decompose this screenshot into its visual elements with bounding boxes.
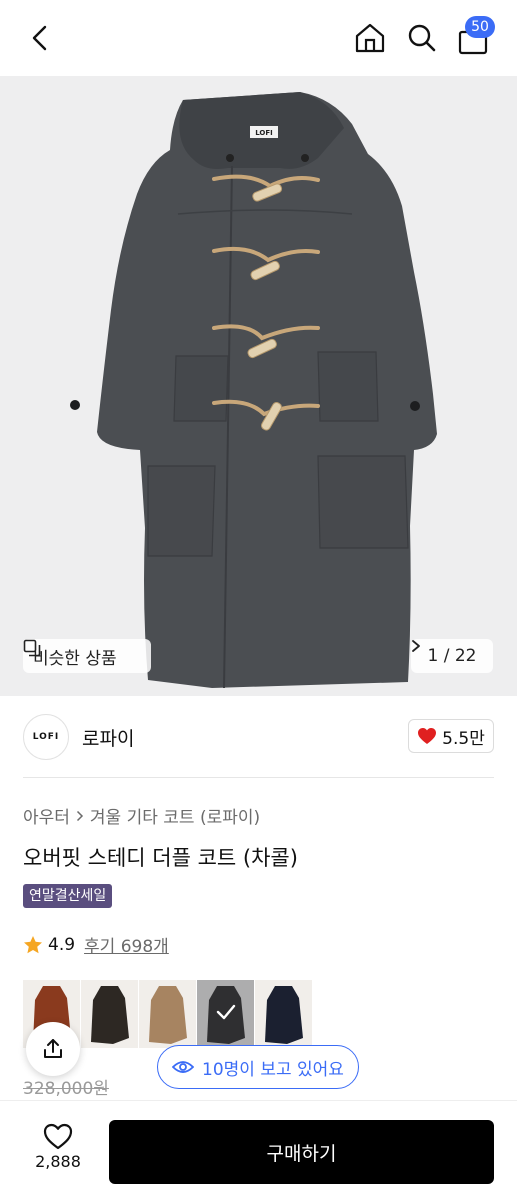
- color-option-charcoal[interactable]: [197, 980, 254, 1048]
- back-button[interactable]: [20, 18, 60, 58]
- rating-row: 4.9 후기 698개: [23, 932, 169, 957]
- viewers-indicator: 10명이 보고 있어요: [157, 1045, 359, 1089]
- wishlist-button[interactable]: 2,888: [22, 1123, 94, 1171]
- heart-filled-icon: [418, 728, 437, 744]
- star-icon: [24, 935, 42, 953]
- back-icon: [32, 25, 47, 51]
- bottom-bar: 2,888 구매하기: [0, 1100, 517, 1200]
- product-image[interactable]: LOFI 비슷한 상품 1 / 22: [0, 76, 517, 696]
- search-button[interactable]: [402, 18, 442, 58]
- image-counter[interactable]: 1 / 22: [411, 639, 493, 673]
- similar-products-label: 비슷한 상품: [33, 648, 117, 669]
- color-option-black-brown[interactable]: [81, 980, 138, 1048]
- breadcrumb: 아우터 겨울 기타 코트 (로파이): [23, 803, 260, 828]
- brand-logo[interactable]: LOFI: [23, 714, 69, 760]
- share-button[interactable]: [26, 1022, 80, 1076]
- breadcrumb-item[interactable]: 겨울 기타 코트 (로파이): [90, 803, 260, 828]
- coat-thumbnail: [265, 986, 303, 1044]
- eye-icon: [172, 1061, 195, 1073]
- coat-thumbnail: [91, 986, 129, 1044]
- chevron-right-icon: [412, 640, 420, 652]
- brand-row: LOFI 로파이 5.5만: [0, 696, 517, 778]
- similar-products-button[interactable]: 비슷한 상품: [23, 639, 151, 673]
- sale-badge: 연말결산세일: [23, 884, 113, 908]
- product-title: 오버핏 스테디 더플 코트 (차콜): [23, 846, 298, 870]
- image-counter-label: 1 / 22: [427, 646, 477, 666]
- search-icon: [408, 24, 436, 52]
- chevron-right-icon: [76, 810, 83, 821]
- viewers-text: 10명이 보고 있어요: [202, 1059, 344, 1080]
- brand-name[interactable]: 로파이: [82, 724, 134, 751]
- divider: [23, 777, 494, 778]
- check-icon: [216, 1004, 236, 1020]
- coat-label-text: LOFI: [255, 129, 273, 137]
- color-option-navy[interactable]: [255, 980, 312, 1048]
- cart-count-badge: 50: [465, 16, 495, 38]
- reviews-link[interactable]: 후기 698개: [84, 932, 169, 957]
- share-icon: [44, 1039, 62, 1058]
- coat-thumbnail: [149, 986, 187, 1044]
- brand-like-button[interactable]: 5.5만: [408, 719, 494, 753]
- copy-icon: [23, 639, 41, 657]
- home-icon: [355, 23, 385, 53]
- buy-button[interactable]: 구매하기: [109, 1120, 494, 1184]
- rating-value: 4.9: [48, 934, 76, 955]
- breadcrumb-item[interactable]: 아우터: [23, 803, 70, 828]
- color-option-camel[interactable]: [139, 980, 196, 1048]
- brand-logo-text: LOFI: [32, 732, 60, 742]
- heart-outline-icon: [43, 1123, 73, 1150]
- cart-button[interactable]: 50: [453, 16, 495, 58]
- brand-like-count: 5.5만: [442, 728, 485, 749]
- duffle-coat-illustration: LOFI: [70, 92, 437, 689]
- original-price: 328,000원: [23, 1079, 109, 1099]
- home-button[interactable]: [350, 18, 390, 58]
- top-bar: 50: [0, 0, 517, 76]
- wishlist-count: 2,888: [35, 1152, 81, 1171]
